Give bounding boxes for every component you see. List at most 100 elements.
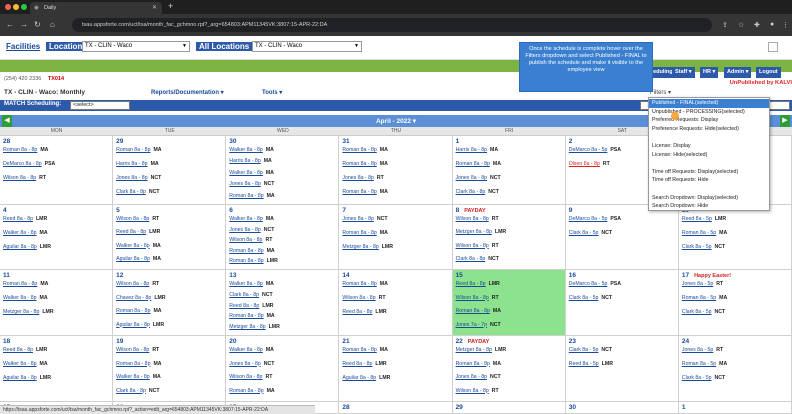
calendar-day-cell[interactable]: 31 Roman 8a - 8p MA Roman 8a - 8p MA Jones 8a… bbox=[339, 136, 453, 205]
shift-staff-link[interactable]: Jones 8a - 8p bbox=[342, 175, 373, 181]
shift-staff-link[interactable]: Reed 8a - 8p bbox=[342, 309, 372, 315]
day-number[interactable]: 6 bbox=[229, 207, 233, 214]
day-number[interactable]: 22 PAYDAY bbox=[456, 338, 490, 345]
shift-staff-link[interactable]: Clark 8a - 8p bbox=[456, 256, 486, 262]
day-number[interactable]: 15 bbox=[456, 272, 463, 279]
nav-logout[interactable]: Logout bbox=[756, 67, 781, 78]
shift-staff-link[interactable]: Metzger 8a - 8p bbox=[229, 324, 265, 330]
day-number[interactable]: 16 bbox=[569, 272, 576, 279]
shift-staff-link[interactable]: DeMarco 8a - 5p bbox=[569, 216, 608, 222]
extensions-icon[interactable]: ✚ bbox=[754, 21, 760, 29]
shift-staff-link[interactable]: Roman 8a - 8p bbox=[342, 161, 376, 167]
day-number[interactable]: 13 bbox=[229, 272, 236, 279]
calendar-day-cell[interactable]: 1 bbox=[678, 402, 792, 414]
browser-tab[interactable]: ◉ Daily ✕ bbox=[30, 2, 162, 14]
shift-staff-link[interactable]: DeMarco 8a - 5p bbox=[569, 281, 608, 287]
shift-staff-link[interactable]: Jones 8a - 8p bbox=[116, 175, 147, 181]
shift-staff-link[interactable]: Wilson 8a - 8p bbox=[456, 216, 489, 222]
shift-staff-link[interactable]: Reed 8a - 5p bbox=[569, 361, 599, 367]
shift-staff-link[interactable]: Roman 8a - 8p bbox=[116, 361, 150, 367]
shift-staff-link[interactable]: Jones 7a - 7p bbox=[456, 322, 487, 328]
shift-staff-link[interactable]: Aguilar 8a - 8p bbox=[342, 375, 376, 381]
shift-staff-link[interactable]: Metzger 8a - 8p bbox=[3, 309, 39, 315]
shift-staff-link[interactable]: Roman 8a - 8p bbox=[342, 281, 376, 287]
shift-staff-link[interactable]: Wilson 8a - 8p bbox=[456, 388, 489, 394]
calendar-day-cell[interactable]: 18 Reed 8a - 8p LMR Walker 8a - 8p MA Aguilar… bbox=[0, 336, 114, 402]
shift-staff-link[interactable]: Wilson 8a - 8p bbox=[116, 281, 149, 287]
shift-staff-link[interactable]: Roman 8a - 8p bbox=[116, 308, 150, 314]
shift-staff-link[interactable]: Reed 8a - 8p bbox=[116, 229, 146, 235]
day-number[interactable]: 29 bbox=[456, 404, 463, 411]
shift-staff-link[interactable]: Clark 8a - 8p bbox=[456, 189, 486, 195]
forward-icon[interactable]: → bbox=[20, 20, 28, 29]
shift-staff-link[interactable]: Clark 8a - 8p bbox=[116, 388, 146, 394]
day-number[interactable]: 14 bbox=[342, 272, 349, 279]
day-number[interactable]: 31 bbox=[342, 138, 349, 145]
shift-staff-link[interactable]: Reed 8a - 8p bbox=[3, 216, 33, 222]
shift-staff-link[interactable]: Walker 8a - 8p bbox=[116, 243, 150, 249]
shift-staff-link[interactable]: Wilson 8a - 8p bbox=[116, 347, 149, 353]
day-number[interactable]: 28 bbox=[3, 138, 10, 145]
shift-staff-link[interactable]: Metzger 8a - 8p bbox=[456, 347, 492, 353]
shift-staff-link[interactable]: Walker 8a - 8p bbox=[3, 295, 37, 301]
shift-staff-link[interactable]: Roman 8a - 8p bbox=[342, 230, 376, 236]
shift-staff-link[interactable]: Walker 8a - 8p bbox=[116, 374, 150, 380]
shift-staff-link[interactable]: Aguilar 8a - 8p bbox=[116, 322, 150, 328]
window-close-icon[interactable] bbox=[5, 4, 11, 10]
shift-staff-link[interactable]: Roman 8a - 8p bbox=[116, 147, 150, 153]
filters-menu[interactable]: Filters ▾ bbox=[650, 89, 671, 96]
shift-staff-link[interactable]: Roman 8a - 8p bbox=[3, 147, 37, 153]
shift-staff-link[interactable]: Jones 8a - 8p bbox=[456, 175, 487, 181]
day-number[interactable]: 20 bbox=[229, 338, 236, 345]
shift-staff-link[interactable]: Clark 8a - 5p bbox=[682, 375, 712, 381]
shift-staff-link[interactable]: Walker 8a - 8p bbox=[229, 281, 263, 287]
shift-staff-link[interactable]: Clark 8a - 8p bbox=[116, 189, 146, 195]
day-number[interactable]: 7 bbox=[342, 207, 346, 214]
day-number[interactable]: 2 bbox=[569, 138, 573, 145]
shift-staff-link[interactable]: Wilson 8a - 8p bbox=[116, 216, 149, 222]
shift-staff-link[interactable]: Roman 8a - 8p bbox=[456, 161, 490, 167]
shift-staff-link[interactable]: Clark 8a - 5p bbox=[682, 244, 712, 250]
day-number[interactable]: 12 bbox=[116, 272, 123, 279]
back-icon[interactable]: ← bbox=[6, 20, 14, 29]
day-number[interactable]: 1 bbox=[456, 138, 460, 145]
calendar-day-cell[interactable]: 5 Wilson 8a - 8p RT Reed 8a - 8p LMR Walker 8… bbox=[113, 205, 227, 270]
calendar-day-cell[interactable]: 4 Reed 8a - 8p LMR Walker 8a - 8p MA Aguilar … bbox=[0, 205, 114, 270]
calendar-day-cell[interactable]: 16 DeMarco 8a - 5p PSA Clark 8a - 5p NCT bbox=[565, 270, 679, 336]
calendar-day-cell[interactable]: 22 PAYDAY Metzger 8a - 8p LMR Roman 8a - 8p M… bbox=[452, 336, 566, 402]
shift-staff-link[interactable]: Wilson 8a - 8p bbox=[456, 295, 489, 301]
url-field[interactable]: tsau.appsforte.com/uct/tsa/month_fac_gch… bbox=[72, 18, 712, 32]
filter-option[interactable]: Search Dropdown: Hide bbox=[649, 202, 769, 211]
shift-staff-link[interactable]: Wilson 8a - 8p bbox=[3, 175, 36, 181]
facilities-link[interactable]: Facilities bbox=[6, 42, 40, 51]
shift-staff-link[interactable]: Metzger 8a - 8p bbox=[456, 229, 492, 235]
tools-menu[interactable]: Tools ▾ bbox=[262, 89, 282, 96]
calendar-day-cell[interactable]: 29 Roman 8a - 8p MA Harris 8a - 8p MA Jones 8… bbox=[113, 136, 227, 205]
day-number[interactable]: 18 bbox=[3, 338, 10, 345]
shift-staff-link[interactable]: Roman 8a - 8p bbox=[229, 388, 263, 394]
tab-close-icon[interactable]: ✕ bbox=[152, 2, 157, 14]
bookmark-star-icon[interactable]: ☆ bbox=[738, 21, 744, 29]
calendar-day-cell[interactable]: 10Reed 8a - 5pLMRRoman 8a - 5pMAClark 8a… bbox=[678, 205, 792, 270]
day-number[interactable]: 17 Happy Easter! bbox=[682, 272, 731, 279]
new-tab-icon[interactable]: + bbox=[168, 1, 173, 11]
calendar-day-cell[interactable]: 28 Roman 8a - 8p MA DeMarco 8a - 8p PSA Wilso… bbox=[0, 136, 114, 205]
day-number[interactable]: 24 bbox=[682, 338, 689, 345]
shift-staff-link[interactable]: Harris 8a - 8p bbox=[116, 161, 147, 167]
calendar-day-cell[interactable]: 6 Walker 8a - 8p MA Jones 8a - 8p NCT Wilson … bbox=[226, 205, 340, 270]
shift-staff-link[interactable]: Roman 8a - 5p bbox=[682, 295, 716, 301]
calendar-day-cell[interactable]: 15 Reed 8a - 8p LMR Wilson 8a - 8p RT Roman 8… bbox=[452, 270, 566, 336]
shift-staff-link[interactable]: Wilson 8a - 8p bbox=[229, 374, 262, 380]
day-number[interactable]: 30 bbox=[569, 404, 576, 411]
shift-staff-link[interactable]: Roman 8a - 8p bbox=[229, 193, 263, 199]
profile-icon[interactable]: ● bbox=[770, 21, 774, 28]
shift-staff-link[interactable]: Walker 8a - 8p bbox=[3, 230, 37, 236]
shift-staff-link[interactable]: Wilson 8a - 8p bbox=[229, 237, 262, 243]
shift-staff-link[interactable]: Wilson 8a - 8p bbox=[456, 243, 489, 249]
share-icon[interactable]: ⇪ bbox=[722, 21, 728, 29]
shift-staff-link[interactable]: Harris 8a - 8p bbox=[456, 147, 487, 153]
shift-staff-link[interactable]: Jones 8a - 5p bbox=[682, 281, 713, 287]
facility-code-link[interactable]: TX014 bbox=[48, 76, 64, 82]
shift-staff-link[interactable]: Reed 8a - 8p bbox=[342, 361, 372, 367]
shift-staff-link[interactable]: Jones 8a - 8p bbox=[229, 181, 260, 187]
